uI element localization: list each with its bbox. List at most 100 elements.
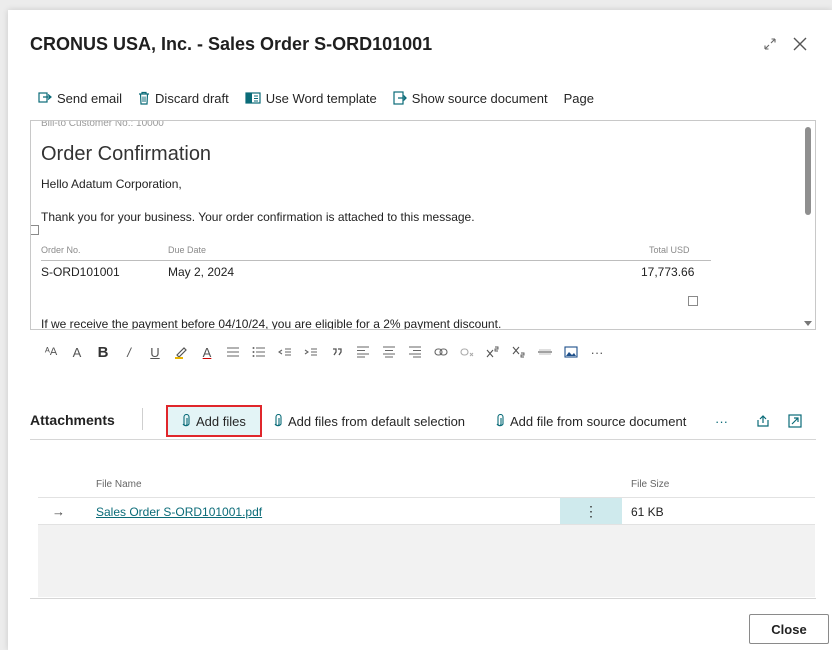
attachments-toolbar: Attachments Add files Add files from def… (30, 402, 816, 440)
trash-icon (139, 91, 150, 105)
close-dialog-button[interactable] (788, 32, 812, 56)
bold-button[interactable]: B (90, 342, 116, 362)
payment-discount-text: If we receive the payment before 04/10/2… (41, 317, 502, 330)
total-usd-value: 17,773.66 (641, 265, 695, 279)
due-date-value: May 2, 2024 (168, 265, 235, 279)
numbered-list-icon (252, 347, 265, 357)
show-source-document-button[interactable]: Show source document (393, 91, 548, 106)
table-resize-handle[interactable] (688, 296, 698, 306)
total-usd-label: Total USD (649, 245, 690, 255)
underline-button[interactable]: U (142, 342, 168, 362)
file-size-header: File Size (631, 479, 670, 490)
bill-to-customer-line: Bill-to Customer No.: 10000 (41, 120, 164, 129)
align-left-icon (357, 346, 369, 358)
increase-indent-button[interactable] (298, 342, 324, 362)
highlight-button[interactable] (168, 342, 194, 362)
increase-indent-icon (304, 348, 317, 356)
attachment-file-link[interactable]: Sales Order S-ORD101001.pdf (96, 505, 262, 519)
use-word-template-button[interactable]: Use Word template (245, 91, 377, 106)
thanks-text: Thank you for your business. Your order … (41, 210, 475, 224)
due-date-label: Due Date (168, 245, 207, 255)
subscript-icon (512, 346, 525, 358)
sales-order-dialog: CRONUS USA, Inc. - Sales Order S-ORD1010… (8, 10, 832, 650)
add-files-label: Add files (196, 413, 246, 429)
expand-icon (764, 38, 776, 50)
scroll-down-arrow-icon[interactable] (804, 321, 812, 326)
close-button[interactable]: Close (749, 614, 829, 644)
discard-draft-button[interactable]: Discard draft (138, 91, 229, 106)
file-name-header: File Name (96, 479, 142, 490)
order-no-value: S-ORD101001 (41, 265, 120, 279)
paperclip-icon (496, 414, 504, 427)
decrease-indent-icon (278, 348, 291, 356)
quote-button[interactable] (324, 342, 350, 362)
align-center-button[interactable] (376, 342, 402, 362)
bulleted-list-icon (227, 347, 239, 357)
attachments-title: Attachments (30, 412, 115, 428)
align-left-button[interactable] (220, 342, 246, 362)
font-color-button[interactable]: A (194, 342, 220, 362)
row-actions-button[interactable]: ⋮ (560, 498, 622, 524)
source-document-icon (393, 91, 407, 105)
table-row[interactable]: → Sales Order S-ORD101001.pdf ⋮ 61 KB (38, 497, 815, 525)
decrease-indent-button[interactable] (272, 342, 298, 362)
paperclip-icon (182, 414, 190, 427)
scrollbar-thumb[interactable] (805, 127, 811, 215)
close-icon (793, 37, 807, 51)
grid-header: File Name File Size (38, 475, 815, 497)
email-body-editor[interactable]: Bill-to Customer No.: 10000 Order Confir… (30, 120, 816, 330)
italic-button[interactable]: / (116, 342, 142, 362)
paperclip-icon (274, 414, 282, 427)
word-template-icon (245, 92, 261, 104)
more-format-options-button[interactable]: ··· (584, 342, 610, 362)
add-file-source-document-button[interactable]: Add file from source document (496, 405, 686, 437)
greeting-text: Hello Adatum Corporation, (41, 177, 182, 191)
attachments-grid: File Name File Size → Sales Order S-ORD1… (38, 475, 815, 597)
insert-image-button[interactable] (558, 342, 584, 362)
remove-link-button[interactable] (454, 342, 480, 362)
order-no-label: Order No. (41, 245, 81, 255)
share-icon (757, 415, 769, 427)
numbered-list-button[interactable] (246, 342, 272, 362)
footer-divider (30, 598, 816, 599)
highlighter-icon (175, 347, 187, 359)
grow-font-button[interactable]: A (64, 342, 90, 362)
quote-icon (333, 348, 342, 356)
toolbar-divider (142, 408, 143, 430)
superscript-button[interactable] (480, 342, 506, 362)
font-size-button[interactable]: ᴬA (38, 342, 64, 362)
editor-scrollbar[interactable] (801, 121, 815, 329)
order-confirmation-heading: Order Confirmation (41, 143, 212, 165)
editor-anchor-handle[interactable] (31, 225, 39, 235)
expand-button[interactable] (758, 32, 782, 56)
add-file-source-label: Add file from source document (510, 413, 687, 429)
action-toolbar: Send email Discard draft Use Word templa… (38, 88, 610, 108)
strikethrough-icon (538, 349, 552, 355)
align-right-button[interactable] (402, 342, 428, 362)
align-center-icon (383, 346, 395, 358)
page-menu-label: Page (563, 90, 595, 106)
add-files-default-label: Add files from default selection (288, 413, 466, 429)
send-email-button[interactable]: Send email (38, 91, 122, 106)
row-selected-arrow-icon: → (52, 504, 65, 519)
align-left-text-button[interactable] (350, 342, 376, 362)
page-menu[interactable]: Page (564, 91, 594, 106)
send-email-icon (38, 92, 52, 103)
show-source-document-label: Show source document (411, 90, 548, 106)
image-icon (564, 346, 578, 358)
add-files-button[interactable]: Add files (166, 405, 262, 437)
link-icon (434, 348, 448, 356)
formatting-toolbar: ᴬA A B / U A ··· (38, 342, 610, 362)
expand-view-button[interactable] (788, 405, 808, 437)
more-actions-button[interactable]: ··· (715, 405, 728, 437)
discard-draft-label: Discard draft (155, 90, 229, 106)
add-files-default-selection-button[interactable]: Add files from default selection (274, 405, 465, 437)
dialog-title: CRONUS USA, Inc. - Sales Order S-ORD1010… (30, 34, 433, 54)
subscript-button[interactable] (506, 342, 532, 362)
expand-view-icon (788, 414, 802, 428)
table-divider (41, 260, 711, 261)
strikethrough-button[interactable] (532, 342, 558, 362)
share-button[interactable] (756, 405, 776, 437)
superscript-icon (486, 346, 499, 358)
insert-link-button[interactable] (428, 342, 454, 362)
